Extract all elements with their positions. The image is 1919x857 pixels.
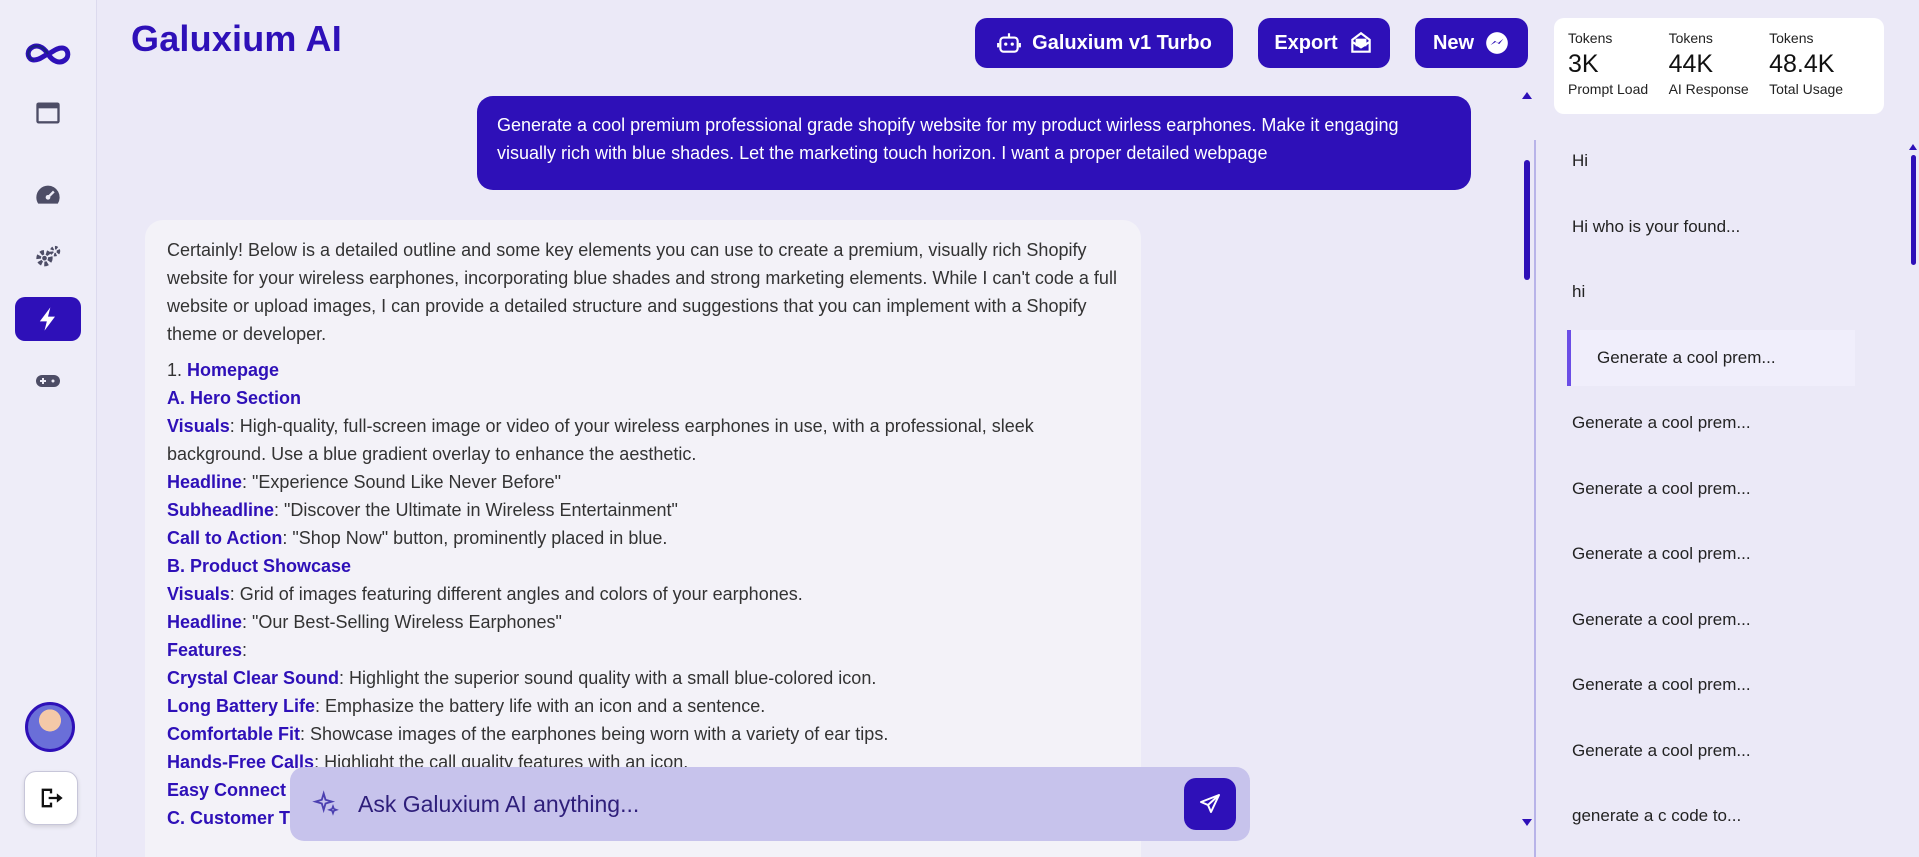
token-value: 48.4K — [1769, 50, 1835, 78]
ai-line-prefix: 1. — [167, 360, 188, 380]
ai-line-text: : "Our Best-Selling Wireless Earphones" — [242, 612, 562, 632]
ai-line-text: : — [242, 640, 248, 660]
token-ai-response: Tokens 44K AI Response — [1669, 30, 1770, 102]
history-item[interactable]: Generate a cool prem... — [1566, 723, 1854, 779]
ai-line-keyword: Visuals — [167, 584, 230, 604]
ai-line-keyword: B. Product Showcase — [167, 556, 352, 576]
logout-button[interactable] — [24, 771, 78, 825]
ai-line-text: : Grid of images featuring different ang… — [229, 584, 803, 604]
export-button[interactable]: Export — [1258, 18, 1390, 68]
chat-scrollbar-thumb[interactable] — [1524, 160, 1530, 280]
token-heading: Tokens — [1668, 30, 1713, 46]
ai-outline-line: Crystal Clear Sound: Highlight the super… — [167, 664, 1119, 692]
ai-message-bubble: Certainly! Below is a detailed outline a… — [145, 220, 1141, 857]
ai-line-keyword: Long Battery Life — [167, 696, 316, 716]
dashboard-gauge-icon[interactable] — [15, 173, 81, 217]
export-mail-icon — [1350, 31, 1371, 53]
ai-outline-line: 1. Homepage — [167, 356, 1119, 384]
sidebar — [0, 0, 97, 857]
ai-line-keyword: Call to Action — [167, 528, 283, 548]
ai-outline-line: Subheadline: "Discover the Ultimate in W… — [167, 496, 1119, 524]
ai-outline-line: Headline: "Experience Sound Like Never B… — [167, 468, 1119, 496]
ai-line-text: : "Experience Sound Like Never Before" — [242, 472, 561, 492]
history-item[interactable]: Hi — [1566, 133, 1854, 189]
history-scrollbar-thumb[interactable] — [1911, 155, 1916, 265]
ai-line-keyword: Subheadline — [167, 500, 275, 520]
token-usage-panel: Tokens 3K Prompt Load Tokens 44K AI Resp… — [1554, 18, 1884, 114]
history-item[interactable]: generate a c code to... — [1566, 788, 1854, 844]
ai-line-text: : Highlight the superior sound quality w… — [339, 668, 877, 688]
ai-line-keyword: Hands-Free Calls — [167, 752, 315, 772]
chat-scroll-up-icon[interactable] — [1521, 90, 1533, 100]
ai-line-keyword: Headline — [167, 612, 243, 632]
model-label: Galuxium v1 Turbo — [1032, 31, 1212, 54]
history-item[interactable]: Generate a cool prem... — [1566, 395, 1854, 451]
history-item[interactable]: Generate a cool prem... — [1566, 461, 1854, 517]
sparkle-icon — [312, 790, 339, 816]
gamepad-icon[interactable] — [15, 359, 81, 403]
token-caption: Prompt Load — [1568, 81, 1649, 97]
ai-line-text: : High-quality, full-screen image or vid… — [167, 416, 1034, 464]
ai-line-keyword: Visuals — [167, 416, 230, 436]
token-value: 44K — [1668, 50, 1714, 78]
app-title: Galuxium AI — [131, 18, 342, 59]
export-label: Export — [1274, 31, 1338, 54]
ai-intro-text: Certainly! Below is a detailed outline a… — [167, 240, 1117, 344]
user-message-bubble: Generate a cool premium professional gra… — [477, 96, 1471, 190]
ai-outline-line: Visuals: High-quality, full-screen image… — [167, 412, 1119, 468]
ai-line-keyword: C. Customer T — [167, 808, 291, 828]
window-icon[interactable] — [15, 91, 81, 135]
ai-line-text: : Showcase images of the earphones being… — [300, 724, 889, 744]
chat-input[interactable] — [358, 790, 1184, 818]
infinity-logo-icon[interactable] — [15, 32, 81, 76]
ai-outline-line: Headline: "Our Best-Selling Wireless Ear… — [167, 608, 1119, 636]
ai-outline-line: Long Battery Life: Emphasize the battery… — [167, 692, 1119, 720]
ai-outline-line: Call to Action: "Shop Now" button, promi… — [167, 524, 1119, 552]
ai-outline-line: A. Hero Section — [167, 384, 1119, 412]
lightning-icon[interactable] — [15, 297, 81, 341]
ai-line-keyword: Easy Connect — [167, 780, 287, 800]
ai-line-keyword: Comfortable Fit — [167, 724, 300, 744]
token-caption: AI Response — [1668, 81, 1749, 97]
history-scroll-up-icon[interactable] — [1908, 143, 1918, 151]
token-value: 3K — [1568, 50, 1599, 78]
ai-outline: 1. Homepage A. Hero Section Visuals: High-… — [167, 356, 1119, 832]
history-item[interactable]: Generate a cool prem... — [1566, 592, 1854, 648]
history-item[interactable]: hi — [1566, 264, 1854, 320]
ai-line-keyword: A. Hero Section — [167, 388, 302, 408]
ai-line-keyword: Headline — [167, 472, 243, 492]
token-heading: Tokens — [1769, 30, 1814, 46]
new-label: New — [1432, 31, 1475, 54]
send-icon — [1200, 794, 1220, 813]
ai-line-text: : "Shop Now" button, prominently placed … — [282, 528, 668, 548]
token-total-usage: Tokens 48.4K Total Usage — [1769, 30, 1870, 102]
model-select-button[interactable]: Galuxium v1 Turbo — [975, 18, 1233, 68]
ai-line-text: : Emphasize the battery life with an ico… — [315, 696, 766, 716]
ai-line-keyword: Homepage — [187, 360, 280, 380]
ai-line-text: : "Discover the Ultimate in Wireless Ent… — [274, 500, 678, 520]
token-caption: Total Usage — [1769, 81, 1844, 97]
ai-outline-line: Visuals: Grid of images featuring differ… — [167, 580, 1119, 608]
ai-outline-line: B. Product Showcase — [167, 552, 1119, 580]
token-heading: Tokens — [1568, 30, 1613, 46]
logout-icon — [41, 788, 63, 808]
composer-bar — [290, 767, 1250, 841]
send-button[interactable] — [1184, 778, 1236, 830]
ai-outline-line: Comfortable Fit: Showcase images of the … — [167, 720, 1119, 748]
ai-line-keyword: Crystal Clear Sound — [167, 668, 340, 688]
robot-icon — [997, 33, 1022, 53]
ai-line-keyword: Features — [167, 640, 243, 660]
history-item[interactable]: Generate a cool prem... — [1567, 329, 1855, 386]
history-item[interactable]: Generate a cool prem... — [1566, 526, 1854, 582]
history-item[interactable]: Hi who is your found... — [1566, 199, 1854, 255]
chat-scroll-down-icon[interactable] — [1521, 818, 1533, 828]
ai-outline-line: Features: — [167, 636, 1119, 664]
history-item[interactable]: Generate a cool prem... — [1566, 657, 1854, 713]
user-avatar[interactable] — [25, 702, 75, 752]
chat-history-panel: Hi Hi who is your found... hi Generate a co… — [1534, 140, 1919, 857]
token-prompt-load: Tokens 3K Prompt Load — [1568, 30, 1669, 102]
messenger-icon — [1486, 32, 1508, 54]
gears-icon[interactable] — [15, 235, 81, 279]
new-chat-button[interactable]: New — [1415, 18, 1528, 68]
